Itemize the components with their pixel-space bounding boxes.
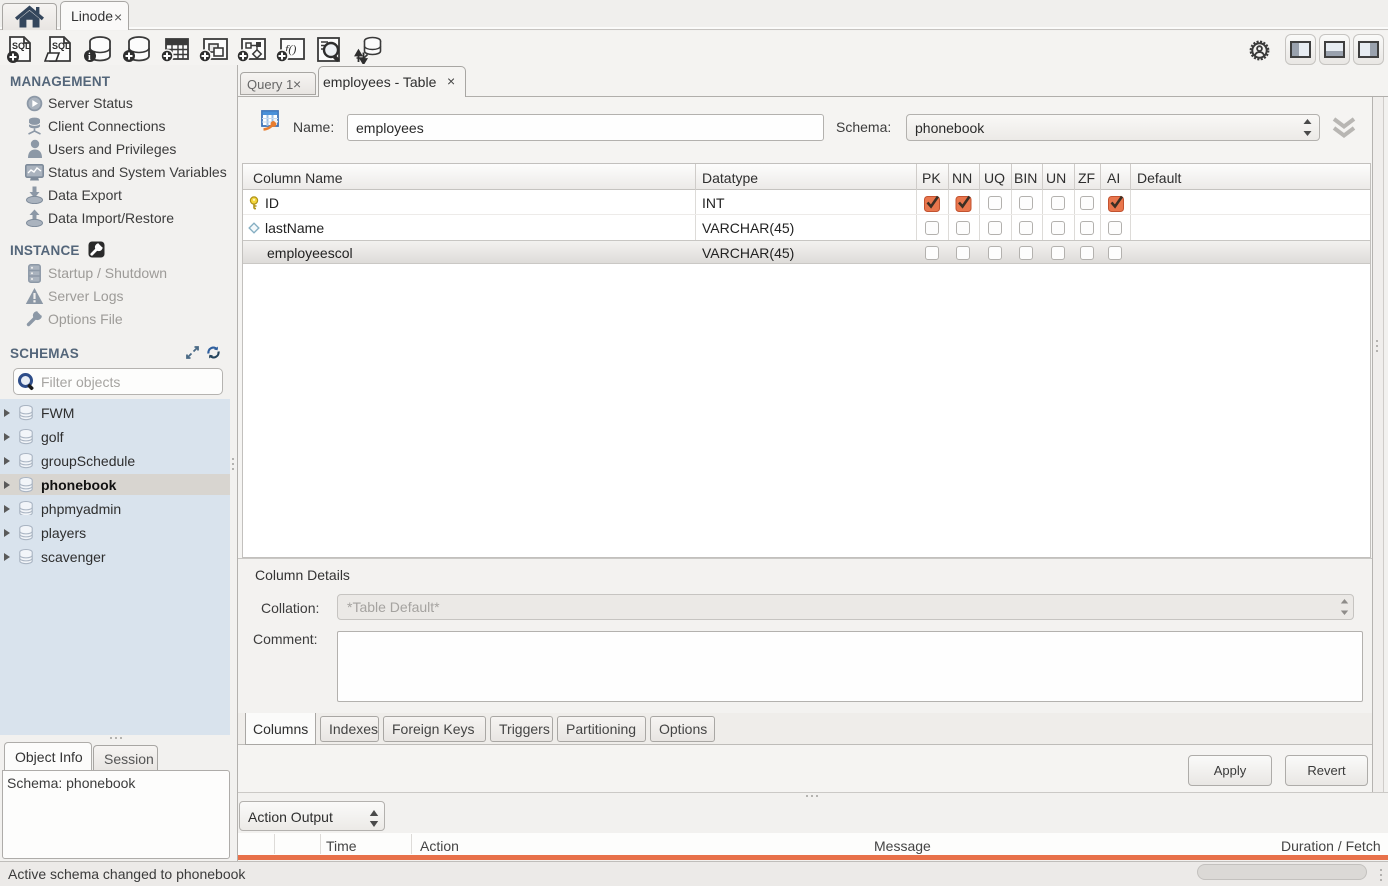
svg-text:SQL: SQL xyxy=(52,41,71,51)
svg-text:SQL: SQL xyxy=(12,41,31,51)
svg-text:i: i xyxy=(88,52,91,63)
